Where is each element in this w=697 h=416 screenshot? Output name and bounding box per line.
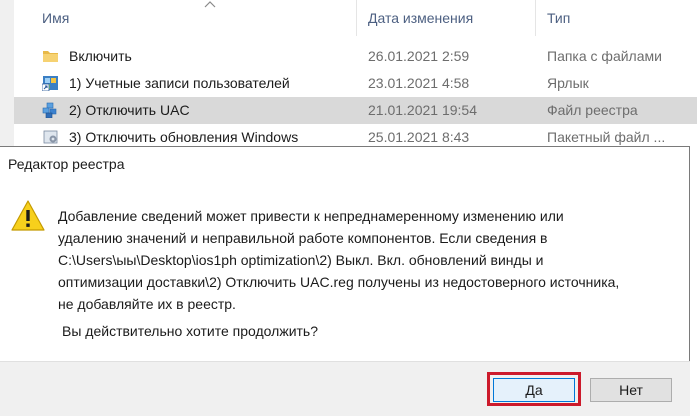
folder-icon <box>42 48 59 64</box>
column-header-date[interactable]: Дата изменения <box>368 10 473 26</box>
file-date: 25.01.2021 8:43 <box>368 129 470 145</box>
message-line: оптимизации доставки\2) Отключить UAC.re… <box>58 274 620 290</box>
column-separator[interactable] <box>356 0 357 36</box>
shortcut-icon <box>41 75 59 92</box>
column-header-name[interactable]: Имя <box>42 10 69 26</box>
file-date: 23.01.2021 4:58 <box>368 75 470 91</box>
file-name: 2) Отключить UAC <box>69 102 190 118</box>
column-header-type[interactable]: Тип <box>547 10 570 26</box>
file-type: Ярлык <box>547 75 589 91</box>
file-type: Папка с файлами <box>547 48 662 64</box>
file-type: Файл реестра <box>547 102 638 118</box>
message-line: Добавление сведений может привести к неп… <box>58 208 564 224</box>
sort-ascending-icon <box>204 0 216 11</box>
dialog-title: Редактор реестра <box>8 156 125 172</box>
message-line: C:\Users\ыы\Desktop\ios1ph optimization\… <box>58 252 544 268</box>
file-type: Пакетный файл ... <box>547 129 666 145</box>
batch-file-icon <box>42 129 59 145</box>
dialog-message: Добавление сведений может привести к неп… <box>58 205 678 315</box>
registry-file-icon <box>42 102 59 119</box>
file-name: Включить <box>69 48 132 64</box>
no-button[interactable]: Нет <box>590 378 672 402</box>
file-row-include-folder[interactable]: Включить 26.01.2021 2:59 Папка с файлами <box>14 43 697 70</box>
file-explorer-list: Имя Дата изменения Тип Включить 26.01.20… <box>0 0 697 150</box>
registry-editor-dialog: Редактор реестра Добавление сведений мож… <box>0 146 690 416</box>
dialog-button-bar: Да Нет <box>0 361 690 416</box>
yes-button[interactable]: Да <box>493 378 575 402</box>
file-date: 26.01.2021 2:59 <box>368 48 470 64</box>
navigation-pane-edge <box>0 0 14 150</box>
column-separator[interactable] <box>535 0 536 36</box>
file-row-user-accounts[interactable]: 1) Учетные записи пользователей 23.01.20… <box>14 70 697 97</box>
file-name: 3) Отключить обновления Windows <box>69 129 299 145</box>
message-line: не добавляйте их в реестр. <box>58 296 236 312</box>
file-date: 21.01.2021 19:54 <box>368 102 477 118</box>
file-row-disable-uac[interactable]: 2) Отключить UAC 21.01.2021 19:54 Файл р… <box>14 97 697 124</box>
dialog-question: Вы действительно хотите продолжить? <box>62 323 319 339</box>
column-header-bar: Имя Дата изменения Тип <box>14 0 697 36</box>
message-line: удалению значений и неправильной работе … <box>58 230 548 246</box>
warning-icon <box>10 199 46 233</box>
file-name: 1) Учетные записи пользователей <box>69 75 290 91</box>
